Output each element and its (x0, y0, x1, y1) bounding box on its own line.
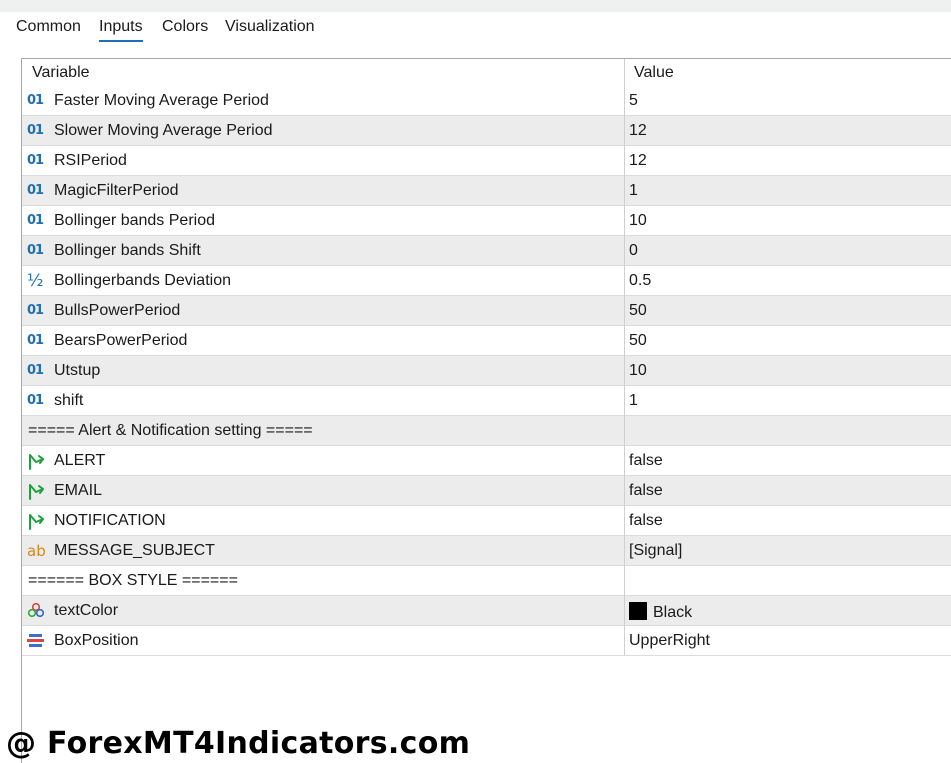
window-top-strip (0, 0, 951, 12)
double-icon: ½ (27, 271, 44, 291)
variable-value[interactable]: 1 (629, 182, 638, 200)
variable-name: ALERT (54, 452, 106, 469)
integer-icon: 01 (27, 363, 44, 378)
variable-name: MagicFilterPeriod (54, 182, 179, 199)
tab-common[interactable]: Common (16, 17, 81, 37)
tab-visualization[interactable]: Visualization (225, 17, 315, 37)
variable-value[interactable]: false (629, 482, 663, 500)
table-row[interactable]: 01 BearsPowerPeriod 50 (22, 326, 951, 356)
integer-icon: 01 (27, 183, 44, 198)
table-row[interactable]: 01 BullsPowerPeriod 50 (22, 296, 951, 326)
variable-value[interactable]: Black (629, 602, 692, 622)
integer-icon: 01 (27, 333, 44, 348)
table-row[interactable]: ab MESSAGE_SUBJECT [Signal] (22, 536, 951, 566)
variable-name: MESSAGE_SUBJECT (54, 542, 215, 559)
table-row[interactable]: 01 shift 1 (22, 386, 951, 416)
variable-name: Utstup (54, 362, 101, 379)
variable-name: EMAIL (54, 482, 103, 499)
section-separator-label: ====== BOX STYLE ====== (28, 572, 238, 589)
variable-name: BearsPowerPeriod (54, 332, 188, 349)
variable-value[interactable]: false (629, 452, 663, 470)
integer-icon: 01 (27, 243, 44, 258)
variable-value[interactable]: 12 (629, 152, 647, 170)
integer-icon: 01 (27, 153, 44, 168)
table-row[interactable]: textColor Black (22, 596, 951, 626)
variable-value[interactable]: [Signal] (629, 542, 682, 560)
variable-value[interactable]: 5 (629, 92, 638, 110)
table-row[interactable]: 01 Utstup 10 (22, 356, 951, 386)
header-variable[interactable]: Variable (32, 64, 90, 82)
table-row[interactable]: ½ Bollingerbands Deviation 0.5 (22, 266, 951, 296)
table-row[interactable]: 01 Faster Moving Average Period 5 (22, 86, 951, 116)
variable-value[interactable]: 10 (629, 362, 647, 380)
table-row[interactable]: NOTIFICATION false (22, 506, 951, 536)
variable-name: BullsPowerPeriod (54, 302, 181, 319)
boolean-icon (27, 452, 47, 470)
boolean-icon (27, 512, 47, 530)
watermark-text: @ ForexMT4Indicators.com (6, 726, 471, 761)
variable-name: RSIPeriod (54, 152, 127, 169)
variable-name: Faster Moving Average Period (54, 92, 269, 109)
variable-value[interactable]: 50 (629, 332, 647, 350)
table-row[interactable]: 01 MagicFilterPeriod 1 (22, 176, 951, 206)
color-icon (27, 602, 47, 620)
variable-name: BoxPosition (54, 632, 139, 649)
variable-name: shift (54, 392, 84, 409)
table-row[interactable]: 01 Slower Moving Average Period 12 (22, 116, 951, 146)
variable-name: Slower Moving Average Period (54, 122, 273, 139)
column-separator[interactable] (624, 59, 625, 655)
table-row[interactable]: ALERT false (22, 446, 951, 476)
table-row[interactable]: ====== BOX STYLE ====== (22, 566, 951, 596)
table-row[interactable]: 01 Bollinger bands Period 10 (22, 206, 951, 236)
variable-name: Bollingerbands Deviation (54, 272, 231, 289)
integer-icon: 01 (27, 93, 44, 108)
header-value[interactable]: Value (634, 64, 674, 82)
tab-inputs[interactable]: Inputs (99, 17, 143, 42)
tab-colors[interactable]: Colors (162, 17, 208, 37)
table-row[interactable]: BoxPosition UpperRight (22, 626, 951, 656)
variable-value[interactable]: UpperRight (629, 632, 710, 650)
variable-value[interactable]: 0 (629, 242, 638, 260)
variable-value[interactable]: 0.5 (629, 272, 651, 290)
variable-value[interactable]: 12 (629, 122, 647, 140)
color-swatch (629, 602, 647, 620)
grid-header: Variable Value (22, 59, 951, 86)
variable-name: Bollinger bands Shift (54, 242, 201, 259)
inputs-grid: Variable Value 01 Faster Moving Average P… (21, 58, 951, 763)
variable-value[interactable]: 10 (629, 212, 647, 230)
string-icon: ab (27, 542, 46, 560)
variable-value[interactable]: false (629, 512, 663, 530)
enum-icon (27, 632, 47, 650)
integer-icon: 01 (27, 393, 44, 408)
variable-value[interactable]: 50 (629, 302, 647, 320)
variable-value[interactable]: 1 (629, 392, 638, 410)
section-separator-label: ===== Alert & Notification setting ===== (28, 422, 313, 439)
variable-name: Bollinger bands Period (54, 212, 215, 229)
color-name: Black (653, 604, 693, 621)
integer-icon: 01 (27, 213, 44, 228)
table-row[interactable]: 01 Bollinger bands Shift 0 (22, 236, 951, 266)
boolean-icon (27, 482, 47, 500)
variable-name: textColor (54, 602, 119, 619)
integer-icon: 01 (27, 123, 44, 138)
integer-icon: 01 (27, 303, 44, 318)
table-row[interactable]: EMAIL false (22, 476, 951, 506)
table-row[interactable]: 01 RSIPeriod 12 (22, 146, 951, 176)
variable-name: NOTIFICATION (54, 512, 166, 529)
tab-bar: Common Inputs Colors Visualization (0, 12, 951, 46)
table-row[interactable]: ===== Alert & Notification setting ===== (22, 416, 951, 446)
